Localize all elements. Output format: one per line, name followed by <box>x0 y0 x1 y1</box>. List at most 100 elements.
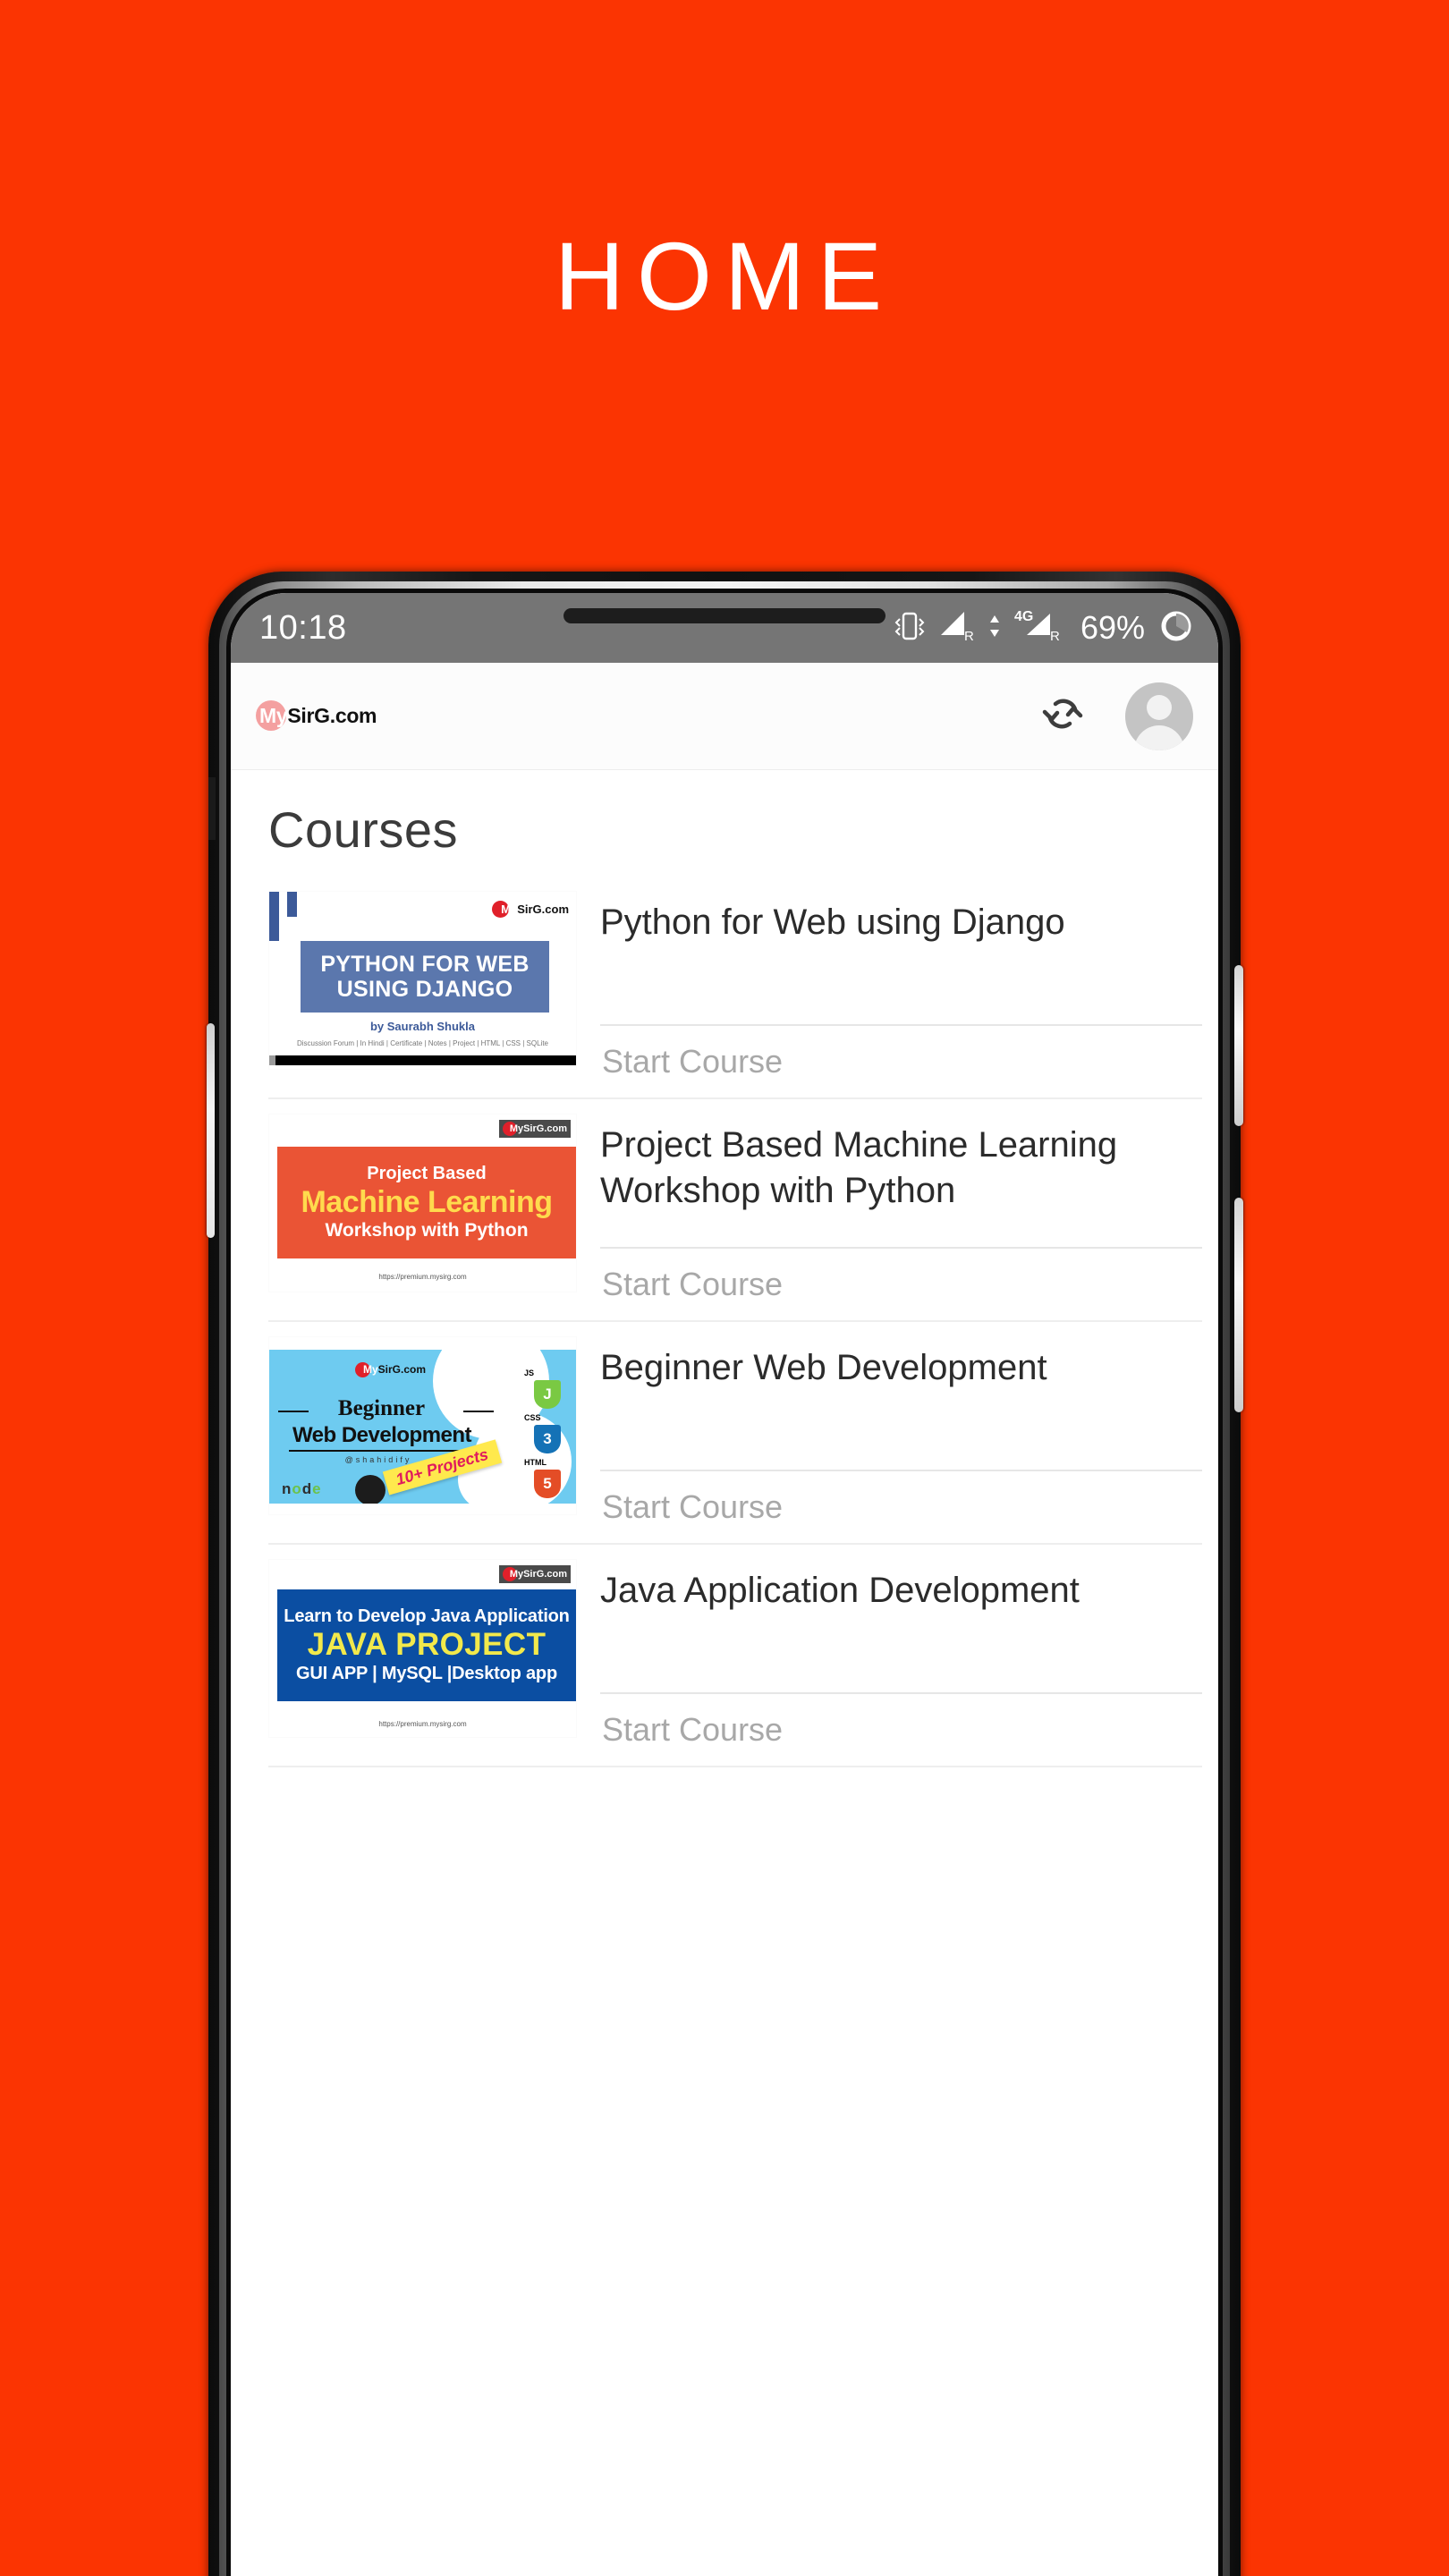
content-area: Courses MySirG.com PYTHON FOR WEB USING <box>231 770 1218 2576</box>
brand-my-label: My <box>259 704 288 727</box>
thumb-panel: Learn to Develop Java Application JAVA P… <box>277 1589 576 1701</box>
thumb-brand-rest: SirG.com <box>517 902 569 916</box>
github-logo-icon <box>355 1474 386 1504</box>
vibrate-icon <box>894 608 925 648</box>
phone-screen: 10:18 R 4G R 69% MySirG.com Courses MySi… <box>231 593 1218 2576</box>
thumb-brand-my: My <box>509 1123 524 1134</box>
volume-button[interactable] <box>207 1023 215 1238</box>
course-detail: Beginner Web Development Start Course <box>577 1331 1202 1523</box>
side-button[interactable] <box>1234 1198 1243 1412</box>
thumb-brand-rest: SirG.com <box>377 1363 427 1377</box>
thumb-brand-logo: MySirG.com <box>492 900 569 918</box>
course-list-item[interactable]: MySirG.com Project Based Machine Learnin… <box>231 1099 1218 1309</box>
avatar-body-shape <box>1134 724 1184 750</box>
course-thumbnail-java-project: MySirG.com Learn to Develop Java Applica… <box>268 1558 577 1738</box>
thumb-line3: Workshop with Python <box>325 1219 529 1241</box>
status-icons: R 4G R 69% <box>894 607 1195 649</box>
phone-left-notch <box>208 777 216 840</box>
course-title: Project Based Machine Learning Workshop … <box>600 1124 1118 1210</box>
course-thumbnail-machine-learning: MySirG.com Project Based Machine Learnin… <box>268 1113 577 1292</box>
section-title: Courses <box>268 801 459 858</box>
thumb-brand-text: MySirG.com <box>510 1123 567 1134</box>
course-list-item[interactable]: MySirG.com PYTHON FOR WEB USING DJANGO b… <box>231 877 1218 1087</box>
app-bar-actions <box>1038 682 1193 750</box>
power-button[interactable] <box>1234 965 1243 1126</box>
svg-text:4G: 4G <box>1014 609 1033 624</box>
battery-percent-label: 69% <box>1080 609 1145 646</box>
4g-signal-roaming-icon: 4G R <box>1014 608 1064 648</box>
course-title: Beginner Web Development <box>600 1347 1047 1387</box>
thumb-brand-my: My <box>363 1363 378 1377</box>
signal-roaming-icon: R <box>937 608 975 648</box>
brand-logo[interactable]: MySirG.com <box>256 697 377 736</box>
html-logo-icon: HTML 5 <box>524 1453 571 1498</box>
thumb-headline-box: PYTHON FOR WEB USING DJANGO <box>301 940 549 1013</box>
thumb-headline-line1: PYTHON FOR WEB <box>320 951 530 977</box>
phone-mockup: 10:18 R 4G R 69% MySirG.com Courses MySi… <box>207 572 1243 2576</box>
start-course-button[interactable]: Start Course <box>600 1471 1202 1523</box>
course-title: Java Application Development <box>600 1570 1080 1610</box>
thumb-headline-line2: USING DJANGO <box>336 976 513 1002</box>
thumb-brand-rest: SirG.com <box>523 1123 567 1134</box>
course-detail: Java Application Development Start Cours… <box>577 1554 1202 1746</box>
thumb-brand-logo: MySirG.com <box>498 1564 571 1583</box>
thumb-line1: Beginner <box>278 1396 494 1421</box>
course-list-item[interactable]: MySirG.com Beginner Web Development @sha… <box>231 1322 1218 1532</box>
css-logo-icon: CSS 3 <box>524 1409 571 1453</box>
thumb-grey-square <box>269 1055 275 1065</box>
thumb-panel: Project Based Machine Learning Workshop … <box>277 1146 576 1258</box>
brand-rest-label: SirG.com <box>287 704 377 727</box>
start-course-button[interactable]: Start Course <box>600 1694 1202 1746</box>
start-course-button[interactable]: Start Course <box>600 1026 1202 1078</box>
thumb-brand-my: My <box>509 1568 524 1580</box>
js-shield-shape: J <box>534 1379 561 1409</box>
earpiece-speaker <box>564 608 886 623</box>
thumb-features: Discussion Forum | In Hindi | Certificat… <box>297 1038 548 1047</box>
data-arrows-icon <box>987 608 1002 648</box>
list-separator <box>268 1765 1202 1767</box>
accent-bar-left-icon <box>269 891 279 941</box>
thumb-line2: Web Development <box>292 1422 472 1447</box>
thumb-brand-logo: MySirG.com <box>355 1361 426 1377</box>
status-bar: 10:18 R 4G R 69% <box>231 593 1218 663</box>
thumb-brand-text: MySirG.com <box>501 902 569 916</box>
thumb-line3: GUI APP | MySQL |Desktop app <box>296 1663 557 1683</box>
course-list-item[interactable]: MySirG.com Learn to Develop Java Applica… <box>231 1545 1218 1755</box>
thumb-rule <box>289 1449 468 1452</box>
thumb-black-bar <box>275 1055 576 1065</box>
thumb-line2: JAVA PROJECT <box>307 1626 547 1662</box>
svg-text:R: R <box>1050 629 1060 644</box>
thumb-author: by Saurabh Shukla <box>369 1019 476 1033</box>
thumb-line2: Machine Learning <box>301 1184 553 1219</box>
accent-bar-right-icon <box>287 891 297 917</box>
thumb-brand-text: MySirG.com <box>510 1569 567 1580</box>
js-label: JS <box>524 1368 535 1377</box>
thumb-url: https://premium.mysirg.com <box>378 1272 467 1281</box>
course-thumbnail-web-development: MySirG.com Beginner Web Development @sha… <box>268 1335 577 1515</box>
nodejs-logo-icon: node <box>282 1479 322 1497</box>
html-label: HTML <box>524 1457 547 1467</box>
html-shield-shape: 5 <box>534 1469 561 1498</box>
account-avatar[interactable] <box>1125 682 1193 750</box>
thumb-line1: Learn to Develop Java Application <box>284 1606 570 1626</box>
thumb-brand-logo: MySirG.com <box>498 1119 571 1138</box>
css-shield-shape: 3 <box>534 1424 561 1453</box>
course-detail: Python for Web using Django Start Course <box>577 886 1202 1078</box>
refresh-icon[interactable] <box>1038 689 1088 743</box>
js-logo-icon: JS J <box>524 1364 571 1409</box>
page-title: HOME <box>555 222 894 330</box>
app-bar: MySirG.com <box>231 663 1218 770</box>
brand-text: MySirG.com <box>258 706 377 726</box>
thumb-brand-text: MySirG.com <box>363 1363 426 1376</box>
start-course-button[interactable]: Start Course <box>600 1249 1202 1301</box>
thumb-brand-my: My <box>501 902 518 916</box>
status-time: 10:18 <box>259 609 347 647</box>
tech-stack-icons: JS J CSS 3 HTML 5 <box>524 1364 571 1498</box>
course-title: Python for Web using Django <box>600 902 1065 942</box>
avatar-head-shape <box>1147 694 1172 720</box>
thumb-panel: MySirG.com Beginner Web Development @sha… <box>269 1349 576 1504</box>
thumb-brand-rest: SirG.com <box>523 1568 567 1580</box>
course-list: MySirG.com PYTHON FOR WEB USING DJANGO b… <box>231 877 1218 1767</box>
thumb-line1: Project Based <box>367 1163 487 1183</box>
svg-text:R: R <box>964 629 974 644</box>
